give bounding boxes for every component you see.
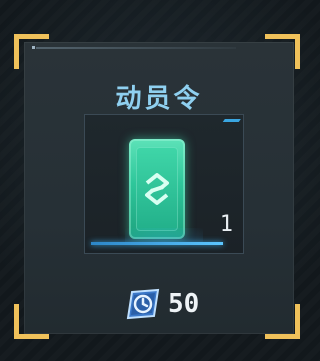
cost-row: 50 bbox=[124, 286, 199, 322]
slot-glow bbox=[125, 228, 203, 242]
mobilization-token-icon bbox=[129, 139, 185, 239]
item-card[interactable]: 动员令 1 50 bbox=[24, 42, 294, 334]
slot-bottom-bar bbox=[91, 242, 223, 245]
item-slot[interactable]: 1 bbox=[84, 114, 244, 254]
clock-ticket-icon bbox=[124, 286, 162, 322]
slot-corner-accent bbox=[217, 119, 241, 130]
card-header-dot bbox=[32, 46, 35, 49]
chain-link-icon bbox=[145, 173, 169, 205]
item-title: 动员令 bbox=[115, 84, 203, 114]
cost-value: 50 bbox=[168, 289, 200, 319]
card-header-line bbox=[36, 47, 236, 49]
item-quantity: 1 bbox=[219, 212, 233, 237]
